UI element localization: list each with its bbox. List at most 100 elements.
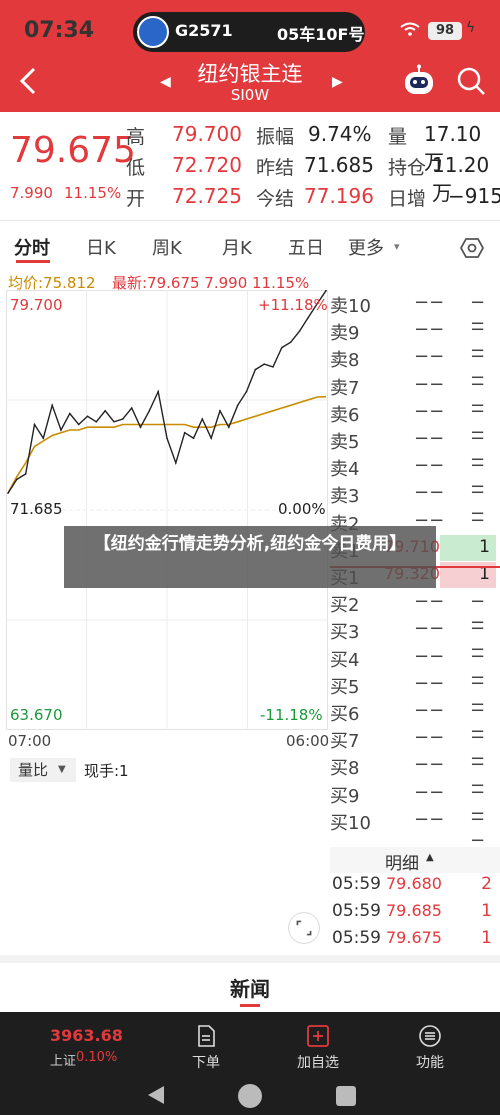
order-book-price[interactable]: −− bbox=[414, 319, 444, 340]
order-book-price[interactable]: −− bbox=[414, 591, 444, 612]
order-book-price[interactable]: −− bbox=[414, 754, 444, 775]
order-icon[interactable] bbox=[194, 1024, 218, 1048]
railway-logo-icon bbox=[137, 16, 169, 48]
order-book-price[interactable]: −− bbox=[414, 809, 444, 830]
value-daily-change: −915 bbox=[448, 184, 500, 208]
header-bar: 07:34 G2571 05车10F号 98 ϟ ◀ 纽约银主连 SI0W ▶ bbox=[0, 0, 500, 112]
tab-daily-k[interactable]: 日K bbox=[86, 234, 116, 260]
price-point bbox=[228, 426, 230, 429]
tab-more[interactable]: 更多 bbox=[348, 234, 384, 260]
order-book-level-label: 买3 bbox=[330, 622, 360, 644]
order-book-level-label: 卖9 bbox=[330, 323, 360, 345]
price-point bbox=[157, 390, 159, 393]
order-book-level-label: 卖10 bbox=[330, 296, 371, 317]
price-point bbox=[113, 420, 115, 423]
seat-number: 05车10F号 bbox=[277, 25, 365, 44]
tick-time: 05:59 bbox=[332, 901, 381, 921]
order-book-price[interactable]: −− bbox=[414, 727, 444, 748]
price-point bbox=[192, 437, 195, 440]
label-amplitude: 振幅 bbox=[256, 126, 295, 148]
back-icon[interactable] bbox=[16, 66, 40, 96]
price-point bbox=[95, 420, 98, 423]
more-dropdown-icon[interactable]: ▾ bbox=[394, 240, 400, 253]
price-point bbox=[69, 412, 71, 415]
price-point bbox=[307, 316, 310, 319]
add-watchlist-icon[interactable] bbox=[306, 1024, 330, 1048]
volume-indicator-dropdown[interactable]: 量比 bbox=[10, 758, 76, 782]
x-start-label: 07:00 bbox=[8, 732, 52, 750]
menu-icon[interactable] bbox=[418, 1024, 442, 1048]
price-point bbox=[254, 368, 257, 371]
value-settle: 77.196 bbox=[304, 184, 374, 208]
price-point bbox=[281, 346, 283, 349]
order-book-price[interactable]: −− bbox=[414, 673, 444, 694]
price-point bbox=[104, 409, 106, 412]
ticks-title: 明细 bbox=[385, 854, 419, 874]
order-book-price[interactable]: −− bbox=[414, 346, 444, 367]
fullscreen-icon[interactable] bbox=[288, 912, 320, 944]
price-point bbox=[16, 478, 18, 481]
price-point bbox=[175, 462, 177, 464]
tabs-divider bbox=[0, 220, 500, 221]
value-prev-settle: 71.685 bbox=[304, 153, 374, 177]
order-book-price[interactable]: −− bbox=[414, 646, 444, 667]
order-book-price[interactable]: −− bbox=[414, 455, 444, 476]
order-book-price[interactable]: −− bbox=[414, 428, 444, 449]
prev-contract-icon[interactable]: ◀ bbox=[160, 74, 171, 90]
order-book-level-label: 买8 bbox=[330, 758, 360, 780]
next-contract-icon[interactable]: ▶ bbox=[332, 74, 343, 90]
status-time: 07:34 bbox=[24, 18, 95, 43]
order-book-price[interactable]: −− bbox=[414, 374, 444, 395]
tab-weekly-k[interactable]: 周K bbox=[152, 234, 182, 260]
tab-five-day[interactable]: 五日 bbox=[288, 234, 324, 260]
price-change-pct: 11.15% bbox=[64, 184, 122, 202]
chevron-up-icon: ▲ bbox=[426, 852, 434, 863]
price-point bbox=[60, 429, 62, 431]
price-point bbox=[42, 437, 45, 440]
system-back-icon[interactable] bbox=[146, 1084, 166, 1106]
add-watchlist-button[interactable]: 加自选 bbox=[278, 1052, 358, 1072]
tab-monthly-k[interactable]: 月K bbox=[222, 234, 252, 260]
price-point bbox=[33, 423, 36, 426]
order-book-level-label: 卖5 bbox=[330, 432, 360, 453]
value-open: 72.725 bbox=[172, 184, 242, 208]
label-low: 低 bbox=[126, 157, 146, 179]
price-point bbox=[219, 409, 221, 412]
contract-code: SI0W bbox=[230, 86, 270, 104]
order-book-level-label: 买5 bbox=[330, 676, 360, 698]
y-top-label: 79.700 bbox=[10, 296, 63, 314]
order-book-price[interactable]: −− bbox=[414, 401, 444, 422]
search-icon[interactable] bbox=[456, 66, 486, 96]
y-mid-label: 71.685 bbox=[10, 500, 63, 518]
train-pill[interactable]: G2571 05车10F号 bbox=[133, 12, 365, 52]
robot-assistant-icon[interactable] bbox=[402, 64, 436, 98]
order-book-volume: 1 bbox=[479, 536, 490, 557]
system-home-icon[interactable] bbox=[238, 1084, 262, 1108]
news-tab[interactable]: 新闻 bbox=[0, 973, 500, 1002]
order-book-level-label: 卖6 bbox=[330, 404, 360, 426]
order-book-price[interactable]: −− bbox=[414, 782, 444, 803]
y-bottom-label: 63.670 bbox=[10, 706, 63, 724]
order-book-price[interactable]: −− bbox=[414, 700, 444, 721]
label-volume: 量 bbox=[388, 126, 408, 148]
value-low: 72.720 bbox=[172, 153, 242, 177]
label-prev-settle: 昨结 bbox=[256, 157, 295, 179]
order-book-price[interactable]: −− bbox=[414, 618, 444, 639]
price-point bbox=[298, 330, 301, 332]
wifi-icon bbox=[400, 22, 420, 36]
system-recents-icon[interactable] bbox=[336, 1086, 356, 1106]
order-book-level-label: 卖7 bbox=[330, 377, 360, 399]
index-value[interactable]: 3963.68 bbox=[50, 1026, 123, 1045]
order-book-level-label: 卖4 bbox=[330, 459, 360, 481]
settings-icon[interactable] bbox=[460, 236, 484, 260]
place-order-button[interactable]: 下单 bbox=[166, 1052, 246, 1072]
price-point bbox=[201, 418, 204, 420]
order-book-volume: −− bbox=[470, 808, 486, 851]
order-book-price[interactable]: −− bbox=[414, 292, 444, 313]
current-hand-label: 现手:1 bbox=[84, 762, 129, 780]
order-book-price[interactable]: −− bbox=[414, 482, 444, 503]
train-number: G2571 bbox=[175, 21, 233, 40]
functions-button[interactable]: 功能 bbox=[390, 1052, 470, 1072]
price-point bbox=[289, 341, 292, 343]
tab-intraday[interactable]: 分时 bbox=[14, 234, 50, 260]
